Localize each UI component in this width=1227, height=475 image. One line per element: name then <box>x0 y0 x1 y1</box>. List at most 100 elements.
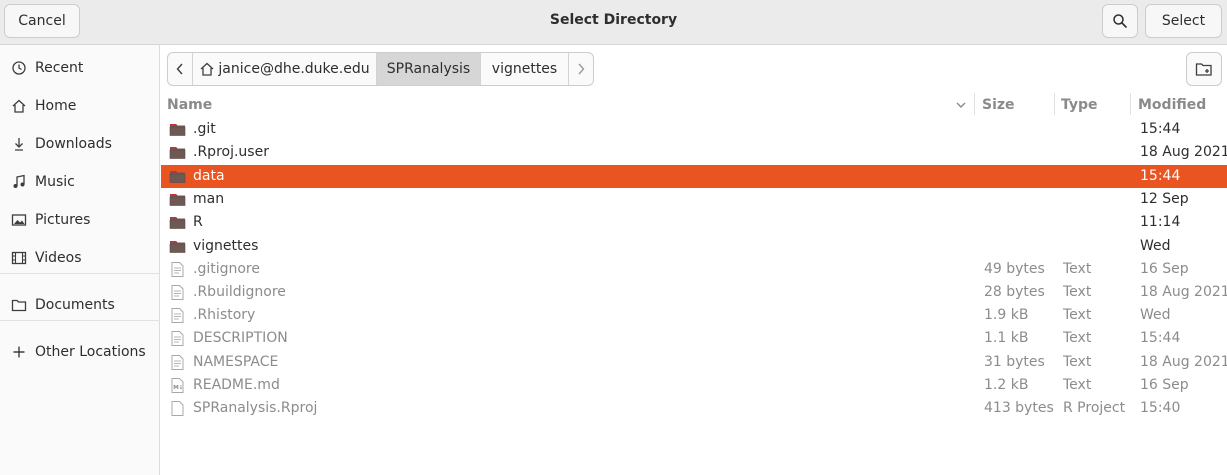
file-modified: 15:44 <box>1140 168 1181 184</box>
file-name: R <box>193 214 203 230</box>
column-divider <box>974 93 975 115</box>
file-name: NAMESPACE <box>193 354 279 370</box>
path-bar: janice@dhe.duke.edu SPRanalysis vignette… <box>167 52 594 86</box>
sidebar-item-other-locations[interactable]: Other Locations <box>0 335 160 369</box>
sidebar-item-label: Home <box>35 98 77 114</box>
sidebar-item-videos[interactable]: Videos <box>0 241 160 275</box>
file-row[interactable]: .git 15:44 <box>161 118 1227 141</box>
file-type: R Project <box>1063 400 1126 416</box>
sidebar-item-label: Documents <box>35 297 115 313</box>
file-modified: 15:40 <box>1140 400 1181 416</box>
file-row[interactable]: man 12 Sep <box>161 188 1227 211</box>
file-type: Text <box>1063 354 1092 370</box>
sidebar-item-label: Downloads <box>35 136 112 152</box>
folder-icon <box>169 168 186 185</box>
file-row[interactable]: NAMESPACE 31 bytes Text 18 Aug 2021 <box>161 351 1227 374</box>
path-segment-spranalysis[interactable]: SPRanalysis <box>377 53 481 85</box>
chevron-right-icon <box>578 63 585 75</box>
sidebar-item-label: Music <box>35 174 75 190</box>
file-name: data <box>193 168 225 184</box>
file-name: .git <box>193 121 216 137</box>
text-file-icon <box>169 261 186 278</box>
file-modified: 15:44 <box>1140 121 1181 137</box>
file-modified: 11:14 <box>1140 214 1181 230</box>
sidebar-item-documents[interactable]: Documents <box>0 288 160 322</box>
path-back-button[interactable] <box>168 53 193 85</box>
dialog-title: Select Directory <box>549 12 678 28</box>
sidebar-separator <box>0 273 160 274</box>
file-name: .gitignore <box>193 261 260 277</box>
text-file-icon <box>169 307 186 324</box>
file-row[interactable]: vignettes Wed <box>161 235 1227 258</box>
file-modified: 12 Sep <box>1140 191 1189 207</box>
file-size: 1.1 kB <box>984 330 1029 346</box>
path-segment-home[interactable]: janice@dhe.duke.edu <box>193 53 377 85</box>
clock-icon <box>10 59 28 77</box>
folder-icon <box>169 121 186 138</box>
svg-text:M↓: M↓ <box>173 384 183 391</box>
column-header-name[interactable]: Name <box>167 97 212 113</box>
folder-icon <box>169 214 186 231</box>
file-row[interactable]: M↓ README.md 1.2 kB Text 16 Sep <box>161 374 1227 397</box>
column-divider <box>1130 93 1131 115</box>
file-row[interactable]: .Rproj.user 18 Aug 2021 <box>161 141 1227 164</box>
sidebar-item-label: Videos <box>35 250 82 266</box>
markdown-file-icon: M↓ <box>169 377 186 394</box>
sidebar-item-recent[interactable]: Recent <box>0 51 160 85</box>
file-modified: 16 Sep <box>1140 261 1189 277</box>
text-file-icon <box>169 354 186 371</box>
home-icon <box>200 62 214 76</box>
sidebar-item-home[interactable]: Home <box>0 89 160 123</box>
new-folder-button[interactable] <box>1186 52 1222 86</box>
file-row[interactable]: SPRanalysis.Rproj 413 bytes R Project 15:40 <box>161 397 1227 420</box>
chevron-left-icon <box>176 63 183 75</box>
folder-icon <box>169 238 186 255</box>
select-button[interactable]: Select <box>1145 4 1222 38</box>
file-name: .Rproj.user <box>193 144 269 160</box>
file-size: 28 bytes <box>984 284 1045 300</box>
file-modified: Wed <box>1140 238 1171 254</box>
sidebar-item-downloads[interactable]: Downloads <box>0 127 160 161</box>
column-header-modified[interactable]: Modified <box>1138 97 1206 113</box>
file-row[interactable]: .Rhistory 1.9 kB Text Wed <box>161 304 1227 327</box>
file-name: vignettes <box>193 238 259 254</box>
column-header-size[interactable]: Size <box>982 97 1015 113</box>
sidebar-item-music[interactable]: Music <box>0 165 160 199</box>
sidebar-item-pictures[interactable]: Pictures <box>0 203 160 237</box>
search-button[interactable] <box>1102 4 1138 38</box>
column-divider <box>1054 93 1055 115</box>
file-row[interactable]: data 15:44 <box>161 165 1227 188</box>
music-icon <box>10 173 28 191</box>
folder-icon <box>169 144 186 161</box>
file-size: 49 bytes <box>984 261 1045 277</box>
file-row[interactable]: R 11:14 <box>161 211 1227 234</box>
file-modified: 18 Aug 2021 <box>1140 354 1227 370</box>
file-row[interactable]: .gitignore 49 bytes Text 16 Sep <box>161 258 1227 281</box>
column-header-type[interactable]: Type <box>1061 97 1098 113</box>
file-modified: 18 Aug 2021 <box>1140 144 1227 160</box>
text-file-icon <box>169 284 186 301</box>
path-forward-button[interactable] <box>569 53 593 85</box>
sidebar-item-label: Pictures <box>35 212 91 228</box>
picture-icon <box>10 211 28 229</box>
sidebar-separator <box>0 320 160 321</box>
file-size: 31 bytes <box>984 354 1045 370</box>
file-name: man <box>193 191 225 207</box>
places-sidebar: Recent Home Downloads Music Pictures Vid… <box>0 45 160 475</box>
file-row[interactable]: DESCRIPTION 1.1 kB Text 15:44 <box>161 327 1227 350</box>
folder-icon <box>10 296 28 314</box>
chevron-down-icon <box>956 102 966 108</box>
file-modified: 16 Sep <box>1140 377 1189 393</box>
file-name: DESCRIPTION <box>193 330 288 346</box>
file-name: .Rhistory <box>193 307 256 323</box>
file-type: Text <box>1063 330 1092 346</box>
sidebar-item-label: Recent <box>35 60 84 76</box>
file-row[interactable]: .Rbuildignore 28 bytes Text 18 Aug 2021 <box>161 281 1227 304</box>
file-type: Text <box>1063 284 1092 300</box>
path-segment-vignettes[interactable]: vignettes <box>481 53 569 85</box>
header-bar: Cancel Select Directory Select <box>0 0 1227 45</box>
file-icon <box>169 400 186 417</box>
file-name: SPRanalysis.Rproj <box>193 400 318 416</box>
file-modified: 15:44 <box>1140 330 1181 346</box>
file-type: Text <box>1063 377 1092 393</box>
